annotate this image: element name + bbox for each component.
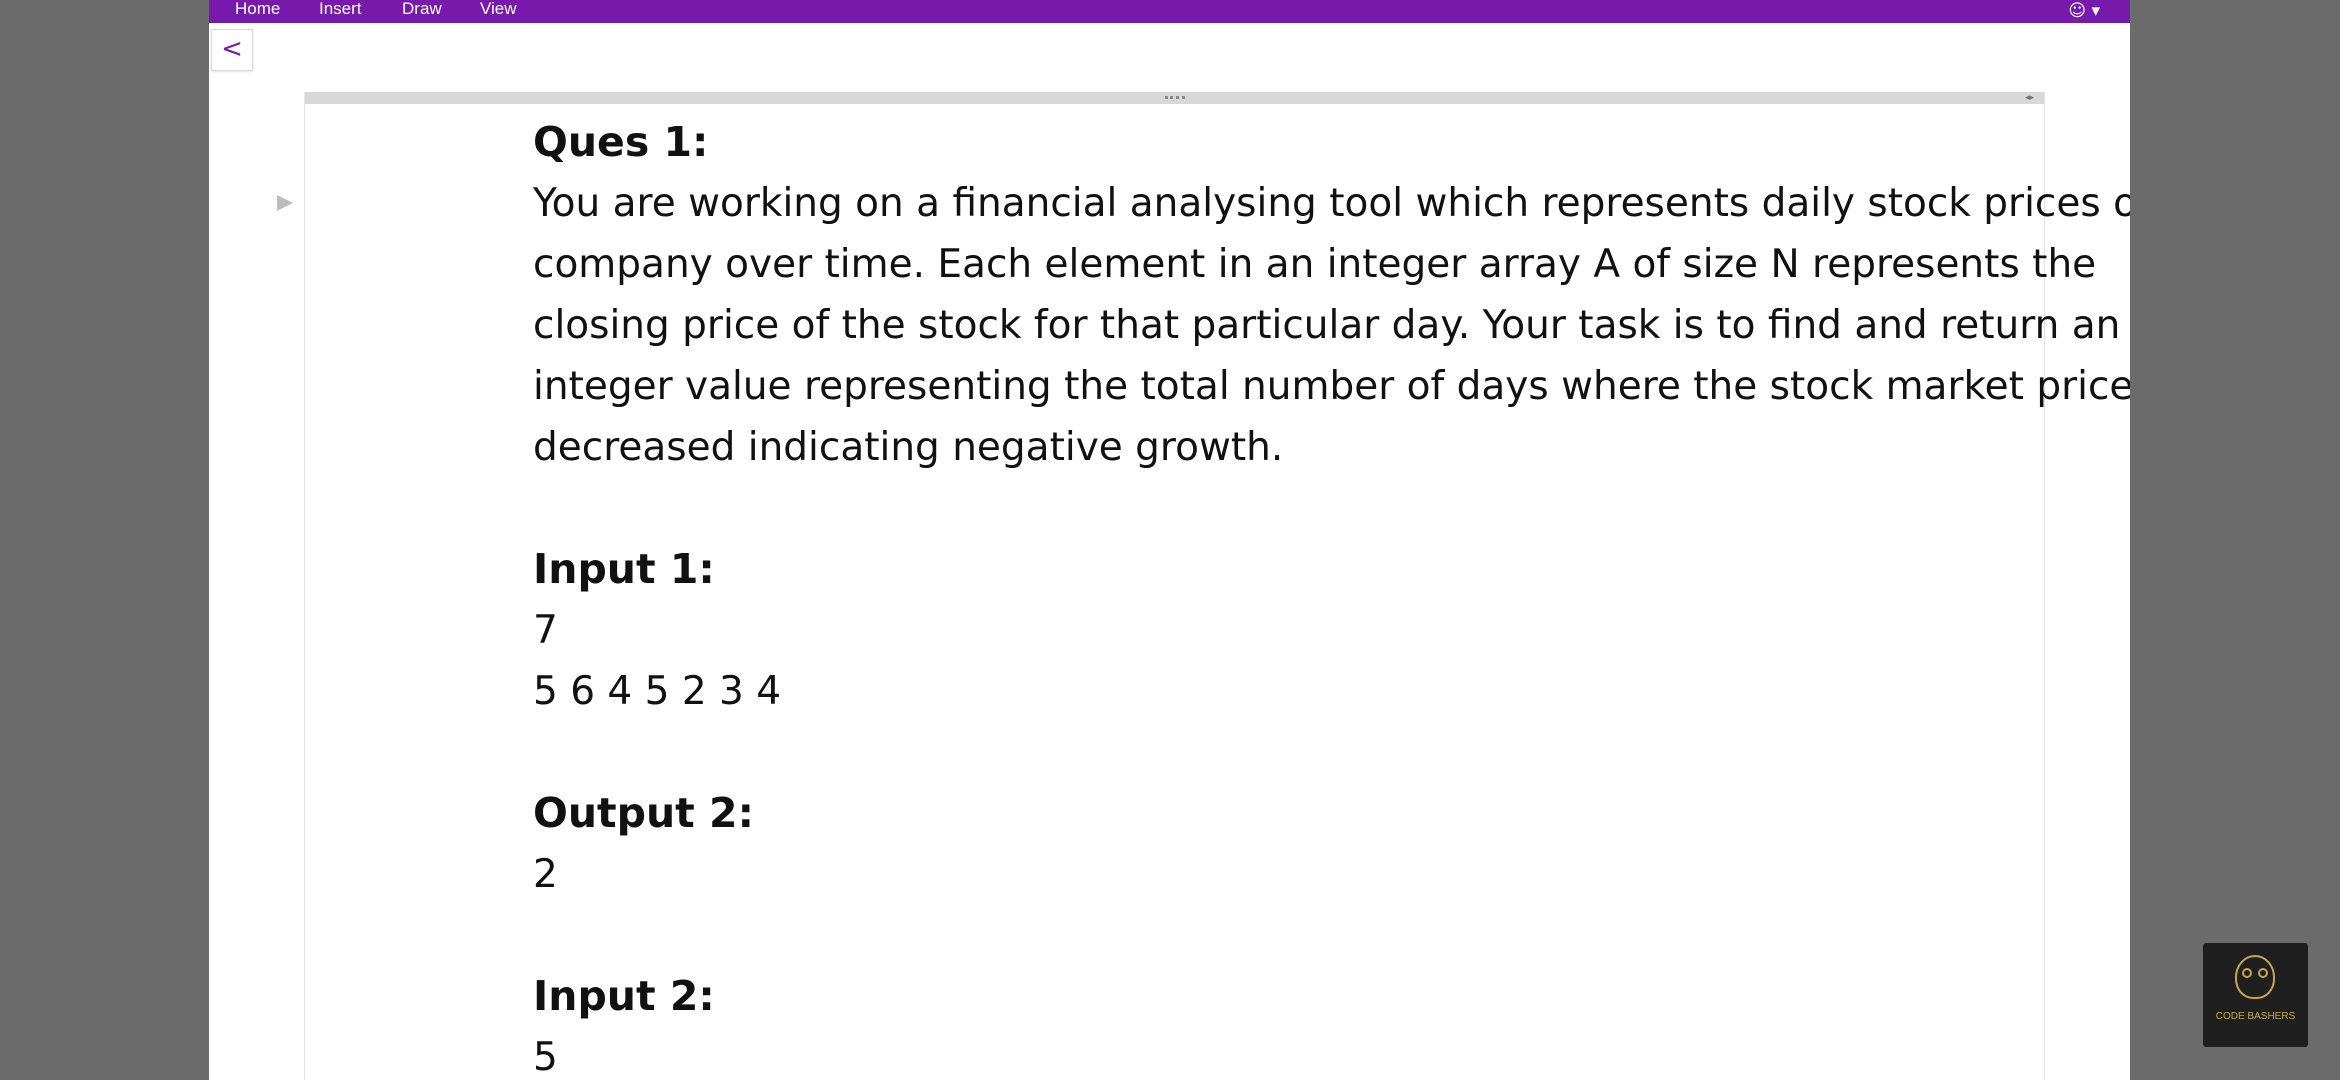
onenote-window: Home Insert Draw View ☺ ▾ < ◂▸ Ques 1: Y…: [209, 0, 2130, 1080]
input1-heading: Input 1:: [533, 545, 715, 593]
tab-draw[interactable]: Draw: [402, 0, 442, 23]
input2-line: 5: [533, 1035, 558, 1080]
question-line: integer value representing the total num…: [533, 364, 2130, 409]
question-line: You are working on a financial analysing…: [533, 181, 2130, 226]
note-content[interactable]: Ques 1: You are working on a financial a…: [533, 112, 2130, 1080]
ribbon-bar: Home Insert Draw View ☺ ▾: [209, 0, 2130, 23]
input1-line: 5 6 4 5 2 3 4: [533, 669, 782, 714]
output2-heading: Output 2:: [533, 789, 754, 837]
question-heading: Ques 1:: [533, 118, 709, 166]
question-line: company over time. Each element in an in…: [533, 242, 2097, 287]
owl-logo-icon: [2235, 955, 2275, 999]
tab-insert[interactable]: Insert: [319, 0, 362, 23]
output2-line: 2: [533, 852, 558, 897]
question-line: decreased indicating negative growth.: [533, 425, 1284, 470]
input1-line: 7: [533, 608, 558, 653]
back-button[interactable]: <: [211, 29, 253, 71]
tab-view[interactable]: View: [480, 0, 517, 23]
watermark-label: CODE BASHERS: [2215, 1011, 2296, 1022]
question-line: closing price of the stock for that part…: [533, 303, 2121, 348]
input2-heading: Input 2:: [533, 972, 715, 1020]
tab-home[interactable]: Home: [235, 0, 280, 23]
drag-handle-icon[interactable]: [1165, 96, 1185, 102]
code-bashers-watermark: CODE BASHERS: [2203, 943, 2308, 1047]
resize-handle-icon[interactable]: ◂▸: [2025, 93, 2034, 103]
chevron-left-icon: <: [221, 34, 243, 64]
container-drag-bar[interactable]: ◂▸: [305, 92, 2044, 104]
smiley-icon[interactable]: ☺ ▾: [2068, 1, 2100, 21]
paragraph-handle-icon[interactable]: [277, 195, 293, 211]
